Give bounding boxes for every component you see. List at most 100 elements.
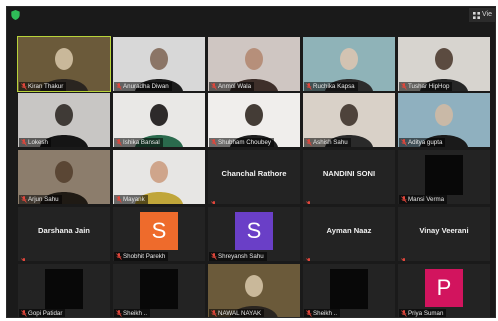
mic-muted-icon: [116, 83, 122, 90]
participant-tile[interactable]: Lokesh: [18, 93, 110, 147]
participant-name-label: Priya Suman: [399, 309, 447, 317]
participant-name-label: Anuradha Diwan: [114, 82, 172, 91]
avatar: S: [140, 212, 178, 250]
participant-tile[interactable]: Anuradha Diwan: [113, 37, 205, 91]
participant-name: Shreyansh Sahu: [218, 253, 264, 260]
participant-tile[interactable]: Chanchal Rathore: [208, 150, 300, 204]
video-off-placeholder: [140, 269, 178, 309]
view-label: Vie: [482, 11, 492, 18]
participant-name: Mansi Verma: [408, 196, 445, 203]
participant-name: Kiran Thakur: [28, 83, 64, 90]
participant-name-label: Ishika Bansal: [114, 138, 163, 147]
participant-tile[interactable]: Vinay Veerani: [398, 207, 490, 261]
participant-tile[interactable]: Shubham Choubey: [208, 93, 300, 147]
participant-name-label: Lokesh: [19, 138, 51, 147]
participant-name-label: Sheikh ..: [114, 309, 151, 317]
mic-muted-icon: [306, 139, 312, 146]
participant-name: Priya Suman: [408, 310, 444, 317]
participant-tile[interactable]: Ashish Sahu: [303, 93, 395, 147]
participant-name-label: NAWAL NAYAK: [209, 309, 265, 317]
participant-name: Sheikh ..: [313, 310, 338, 317]
participant-name-label: Ruchika Kapsa: [304, 82, 358, 91]
mic-muted-icon: [116, 310, 122, 317]
participant-name-label: Kiran Thakur: [19, 82, 67, 91]
participant-name-label: Gopi Patidar: [19, 309, 66, 317]
participant-name: Ashish Sahu: [313, 139, 348, 146]
participant-tile[interactable]: Anmol Wala: [208, 37, 300, 91]
participant-name: Aditya gupta: [408, 139, 443, 146]
participant-tile[interactable]: Arjun Sahu: [18, 150, 110, 204]
participant-tile[interactable]: NAWAL NAYAK: [208, 264, 300, 317]
video-off-placeholder: [425, 155, 463, 195]
participant-name-label: Tushar HipHop: [399, 82, 453, 91]
mic-muted-icon: [21, 196, 27, 203]
participant-tile[interactable]: Kiran Thakur: [17, 36, 111, 92]
participant-name: NAWAL NAYAK: [218, 310, 262, 317]
participant-name: Arjun Sahu: [28, 196, 59, 203]
mic-muted-icon: [401, 252, 407, 261]
mic-muted-icon: [21, 252, 27, 261]
participant-tile[interactable]: NANDINI SONI: [303, 150, 395, 204]
participant-name: Anuradha Diwan: [123, 83, 169, 90]
participant-tile[interactable]: Sheikh ..: [113, 264, 205, 317]
mic-muted-icon: [21, 310, 27, 317]
participant-tile[interactable]: S Shreyansh Sahu: [208, 207, 300, 261]
participant-name: Shubham Choubey: [218, 139, 271, 146]
meeting-window: Vie Kiran Thakur Anuradha Diwan Anmol Wala…: [6, 6, 496, 318]
participant-name-label: Mansi Verma: [399, 195, 448, 204]
mic-muted-icon: [306, 252, 312, 261]
mic-muted-icon: [401, 196, 407, 203]
participant-name: Lokesh: [28, 139, 48, 146]
participant-tile[interactable]: Darshana Jain: [18, 207, 110, 261]
participant-tile[interactable]: Tushar HipHop: [398, 37, 490, 91]
participant-tile[interactable]: S Shobhit Parekh: [113, 207, 205, 261]
participant-name: Ishika Bansal: [123, 139, 160, 146]
mic-muted-icon: [211, 253, 217, 260]
participant-name-label: Shobhit Parekh: [114, 252, 169, 261]
participant-display-name: Vinay Veerani: [419, 225, 469, 235]
participant-name-label: Shubham Choubey: [209, 138, 274, 147]
mic-muted-icon: [401, 83, 407, 90]
participant-tile[interactable]: P Priya Suman: [398, 264, 490, 317]
participant-name: Ruchika Kapsa: [313, 83, 355, 90]
participant-tile[interactable]: Ruchika Kapsa: [303, 37, 395, 91]
participant-display-name: Darshana Jain: [38, 225, 90, 235]
participant-name: Shobhit Parekh: [123, 253, 166, 260]
participant-name-label: Shreyansh Sahu: [209, 252, 267, 261]
top-bar: Vie: [7, 7, 495, 25]
shield-icon[interactable]: [11, 10, 20, 20]
participant-name-label: Anmol Wala: [209, 82, 255, 91]
avatar: S: [235, 212, 273, 250]
participant-display-name: Ayman Naaz: [326, 225, 372, 235]
mic-muted-icon: [306, 310, 312, 317]
participant-tile[interactable]: Mayank: [113, 150, 205, 204]
participant-tile[interactable]: Gopi Patidar: [18, 264, 110, 317]
participant-name-label: Ashish Sahu: [304, 138, 351, 147]
view-button[interactable]: Vie: [469, 8, 495, 22]
participant-name: Mayank: [123, 196, 145, 203]
mic-muted-icon: [306, 83, 312, 90]
participant-tile[interactable]: Ishika Bansal: [113, 93, 205, 147]
participant-name-label: Sheikh ..: [304, 309, 341, 317]
participant-tile[interactable]: Aditya gupta: [398, 93, 490, 147]
mic-muted-icon: [211, 83, 217, 90]
video-off-placeholder: [330, 269, 368, 309]
participant-tile[interactable]: Ayman Naaz: [303, 207, 395, 261]
participant-tile[interactable]: Mansi Verma: [398, 150, 490, 204]
video-off-placeholder: [45, 269, 83, 309]
participant-display-name: Chanchal Rathore: [221, 168, 287, 178]
mic-muted-icon: [211, 195, 217, 204]
mic-muted-icon: [211, 139, 217, 146]
mic-muted-icon: [21, 83, 27, 90]
participant-name-label: Mayank: [114, 195, 148, 204]
mic-muted-icon: [116, 139, 122, 146]
mic-muted-icon: [116, 196, 122, 203]
mic-muted-icon: [211, 310, 217, 317]
participant-name-label: Aditya gupta: [399, 138, 446, 147]
participant-name: Sheikh ..: [123, 310, 148, 317]
participant-tile[interactable]: Sheikh ..: [303, 264, 395, 317]
participant-display-name: NANDINI SONI: [322, 168, 376, 178]
participant-name: Gopi Patidar: [28, 310, 63, 317]
mic-muted-icon: [21, 139, 27, 146]
participant-name: Tushar HipHop: [408, 83, 450, 90]
